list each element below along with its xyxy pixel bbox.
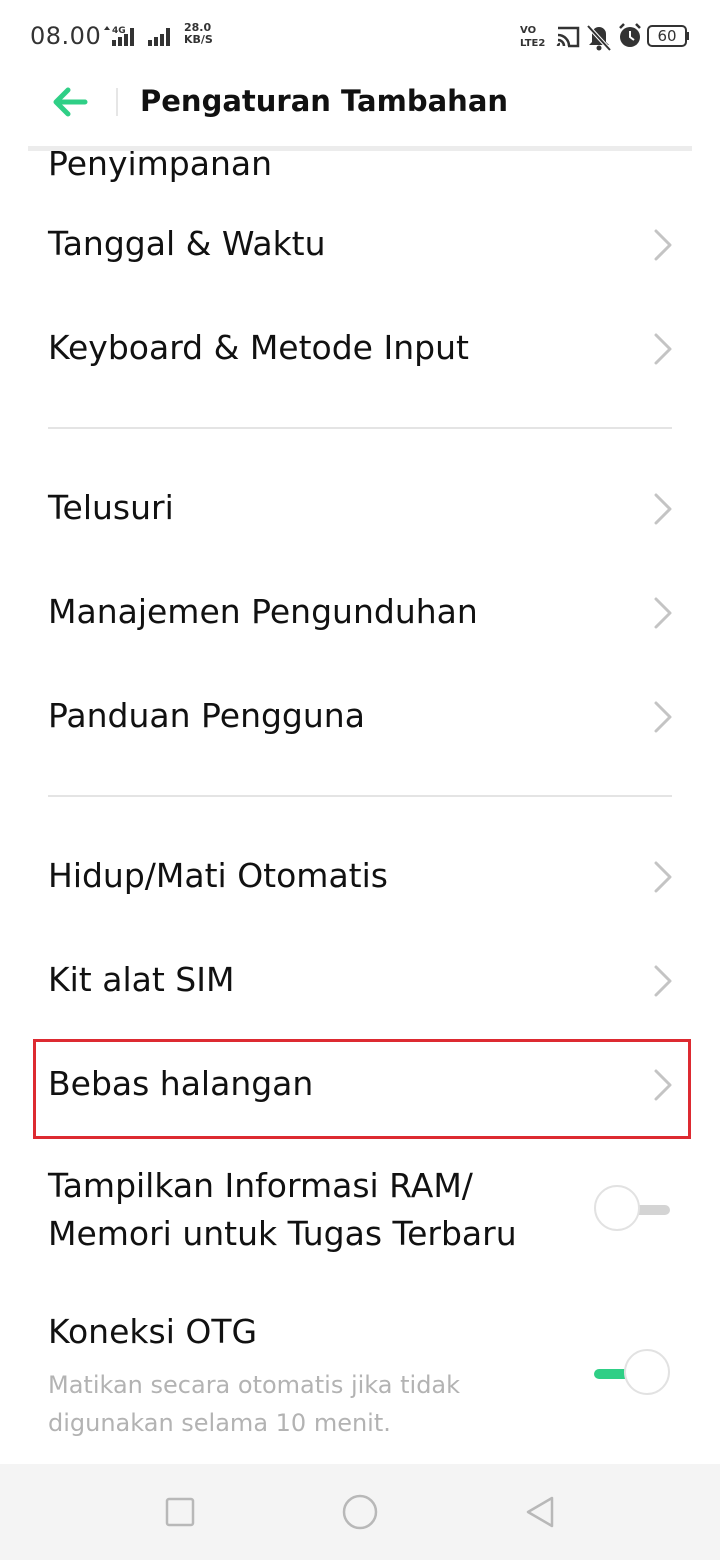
nav-back-button[interactable] — [516, 1488, 564, 1536]
chevron-right-icon — [654, 597, 672, 629]
list-item-otg[interactable]: Koneksi OTG Matikan secara otomatis jika… — [0, 1296, 720, 1456]
list-item-label: Manajemen Pengunduhan — [48, 592, 478, 631]
back-button[interactable] — [46, 78, 94, 126]
notifications-off-icon — [586, 24, 612, 52]
chevron-right-icon — [654, 229, 672, 261]
network-type-text: 4G — [112, 26, 126, 36]
list-item-label: Hidup/Mati Otomatis — [48, 856, 388, 895]
header-shadow — [28, 146, 692, 151]
list-item-label: Keyboard & Metode Input — [48, 328, 469, 367]
page-title: Pengaturan Tambahan — [140, 84, 509, 118]
chevron-right-icon — [654, 701, 672, 733]
app-header: Pengaturan Tambahan — [0, 72, 720, 132]
chevron-right-icon — [654, 965, 672, 997]
section-divider — [48, 427, 672, 429]
list-item-label: Panduan Pengguna — [48, 696, 365, 735]
navigation-bar — [0, 1464, 720, 1560]
network-speed-unit: KB/S — [184, 33, 213, 46]
otg-toggle[interactable] — [594, 1349, 674, 1399]
list-item-auto-power[interactable]: Hidup/Mati Otomatis — [0, 826, 720, 930]
home-icon — [342, 1494, 378, 1530]
list-item-label: Koneksi OTG — [48, 1312, 258, 1351]
list-item-label: Tampilkan Informasi RAM/ Memori untuk Tu… — [48, 1166, 517, 1253]
settings-list[interactable]: Penyimpanan Tanggal & Waktu Keyboard & M… — [0, 0, 720, 1464]
toggle-knob — [624, 1349, 670, 1395]
battery-level: 60 — [657, 27, 676, 45]
arrow-left-icon — [53, 87, 88, 117]
status-bar: 08.00 4G 28.0 KB/S VO LTE2 60 — [0, 0, 720, 72]
list-item-ram-info[interactable]: Tampilkan Informasi RAM/ Memori untuk Tu… — [0, 1150, 720, 1270]
network-speed: 28.0 KB/S — [184, 22, 213, 46]
ram-info-toggle[interactable] — [594, 1185, 674, 1235]
section-divider — [48, 795, 672, 797]
list-item-download-manager[interactable]: Manajemen Pengunduhan — [0, 562, 720, 666]
battery-icon: 60 — [647, 25, 689, 47]
list-item-sim-toolkit[interactable]: Kit alat SIM — [0, 930, 720, 1034]
status-time: 08.00 — [30, 22, 102, 50]
alarm-icon — [619, 23, 641, 47]
list-item-label: Bebas halangan — [48, 1064, 314, 1103]
chevron-right-icon — [654, 333, 672, 365]
list-item-subtitle: Matikan secara otomatis jika tidak digun… — [48, 1371, 461, 1437]
back-icon — [526, 1496, 554, 1528]
list-item-accessibility[interactable]: Bebas halangan — [0, 1034, 720, 1138]
data-up-icon — [104, 26, 110, 30]
list-item-label: Tanggal & Waktu — [48, 224, 326, 263]
recents-icon — [165, 1497, 195, 1527]
list-item-label: Kit alat SIM — [48, 960, 235, 999]
cast-icon — [556, 26, 580, 48]
volte-icon: VO — [520, 25, 536, 36]
home-button[interactable] — [336, 1488, 384, 1536]
chevron-right-icon — [654, 1069, 672, 1101]
list-item-date-time[interactable]: Tanggal & Waktu — [0, 194, 720, 298]
list-item-search[interactable]: Telusuri — [0, 458, 720, 562]
screen: Penyimpanan Tanggal & Waktu Keyboard & M… — [0, 0, 720, 1560]
chevron-right-icon — [654, 493, 672, 525]
status-right-icons: VO LTE2 60 — [520, 23, 689, 52]
chevron-right-icon — [654, 861, 672, 893]
list-item-user-guide[interactable]: Panduan Pengguna — [0, 666, 720, 770]
svg-text:LTE2: LTE2 — [520, 38, 545, 49]
recents-button[interactable] — [156, 1488, 204, 1536]
header-divider — [116, 88, 118, 116]
list-item-keyboard[interactable]: Keyboard & Metode Input — [0, 298, 720, 402]
signal-icons: 4G — [104, 26, 170, 46]
toggle-knob — [594, 1185, 640, 1231]
list-item-label: Telusuri — [48, 488, 174, 527]
